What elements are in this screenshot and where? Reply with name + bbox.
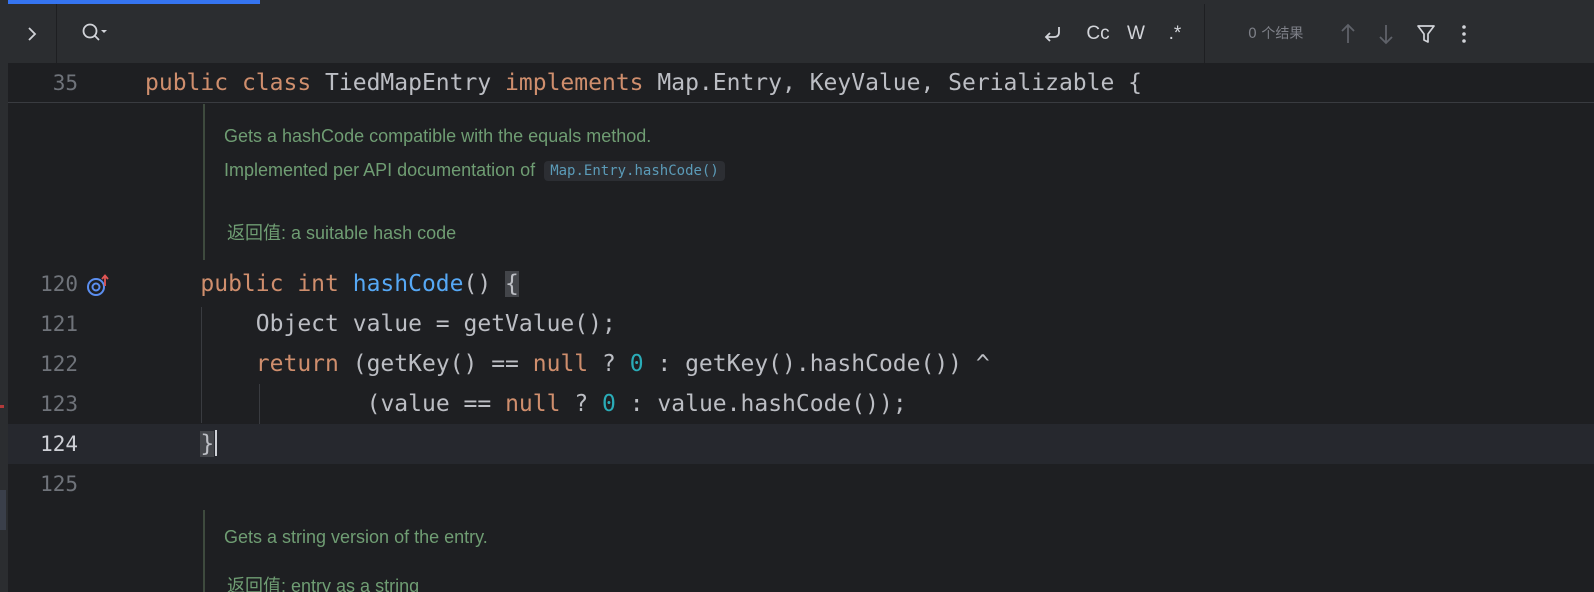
code-editor[interactable]: 35 public class TiedMapEntry implements …	[8, 64, 1594, 592]
keyword-token: implements	[505, 70, 658, 96]
keyword-token: class	[241, 70, 326, 96]
keyword-token: public	[200, 271, 298, 297]
sticky-header-line[interactable]: 35 public class TiedMapEntry implements …	[8, 64, 1594, 103]
keyword-token: null	[532, 351, 589, 377]
regex-button[interactable]: .*	[1160, 18, 1190, 50]
doc-returns-text: a suitable hash code	[291, 223, 457, 243]
tab-marker	[0, 490, 6, 530]
code-token: ?	[560, 391, 603, 417]
error-marker	[0, 405, 4, 408]
search-bar: Cc W .* 0 个结果	[8, 4, 1594, 64]
doc-returns-label: 返回值:	[227, 223, 287, 243]
arrow-down-icon	[1379, 25, 1393, 45]
words-button[interactable]: W	[1122, 18, 1150, 50]
doc-bar	[203, 104, 205, 260]
code-token: ()	[463, 271, 506, 297]
code-line: public int hashCode() {	[200, 264, 519, 304]
indent-guide	[201, 307, 202, 423]
code-token: Map.Entry, KeyValue, Serializable {	[657, 70, 1143, 96]
search-history-button[interactable]	[80, 20, 110, 46]
match-case-button[interactable]: Cc	[1082, 18, 1114, 50]
rendered-javadoc[interactable]: Gets a hashCode compatible with the equa…	[144, 104, 1594, 260]
line-number: 125	[40, 472, 78, 496]
divider	[1204, 4, 1205, 63]
expand-replace-button[interactable]	[20, 22, 44, 46]
preserve-newline-button[interactable]	[1038, 18, 1068, 50]
code-token: ?	[588, 351, 630, 377]
left-tool-strip	[0, 0, 8, 592]
indent-guide	[259, 384, 260, 424]
doc-summary: Gets a string version of the entry.	[224, 527, 488, 547]
keyword-token: return	[255, 351, 353, 377]
doc-returns-label: 返回值:	[227, 576, 287, 592]
divider	[56, 4, 57, 63]
keyword-token: int	[297, 271, 353, 297]
wrap-icon	[1044, 27, 1060, 42]
next-occurrence-button[interactable]	[1372, 20, 1400, 48]
code-line: Object value = getValue();	[256, 304, 616, 344]
matched-brace-token: {	[505, 271, 519, 297]
sticky-code-line: public class TiedMapEntry implements Map…	[145, 63, 1142, 103]
code-token: Object value = getValue();	[255, 311, 616, 337]
find-in-file-editor: Cc W .* 0 个结果 35 public class TiedMapEnt…	[0, 0, 1594, 592]
doc-bar	[203, 510, 205, 592]
more-options-button[interactable]	[1450, 20, 1478, 48]
previous-occurrence-button[interactable]	[1334, 20, 1362, 48]
number-token: 0	[629, 351, 644, 377]
keyword-token: null	[505, 391, 561, 417]
arrow-up-icon	[1341, 23, 1355, 43]
doc-detail: Implemented per API documentation of Map…	[224, 160, 725, 181]
doc-summary: Gets a hashCode compatible with the equa…	[224, 126, 652, 146]
doc-returns-text: entry as a string	[291, 576, 420, 592]
line-number: 120	[40, 272, 78, 296]
search-history-icon	[82, 23, 107, 41]
number-token: 0	[602, 391, 616, 417]
code-token: (value ==	[366, 391, 506, 417]
chevron-right-icon	[28, 27, 37, 41]
line-number: 124	[40, 432, 78, 456]
results-count: 0 个结果	[1248, 26, 1304, 42]
more-vertical-icon	[1462, 25, 1466, 43]
doc-returns: 返回值: a suitable hash code	[227, 219, 456, 245]
line-number: 123	[40, 392, 78, 416]
code-token: : getKey().hashCode()) ^	[643, 351, 990, 377]
matched-brace-token: }	[200, 431, 215, 457]
code-token: : value.hashCode());	[615, 391, 907, 417]
code-line: (value == null ? 0 : value.hashCode());	[367, 384, 907, 424]
doc-detail-text: Implemented per API documentation of	[224, 160, 536, 180]
line-number: 122	[40, 352, 78, 376]
code-token: (getKey() ==	[352, 351, 533, 377]
filter-button[interactable]	[1412, 20, 1440, 48]
code-line: return (getKey() == null ? 0 : getKey().…	[256, 344, 990, 384]
rendered-javadoc[interactable]: Gets a string version of the entry. 返回值:…	[144, 510, 1594, 592]
doc-returns: 返回值: entry as a string	[227, 572, 419, 592]
current-line-highlight	[8, 424, 1594, 464]
keyword-token: public	[145, 70, 242, 96]
method-name-token: hashCode	[352, 271, 464, 297]
code-token: TiedMapEntry	[325, 70, 506, 96]
doc-code-link[interactable]: Map.Entry.hashCode()	[544, 161, 725, 181]
code-line: }	[200, 424, 218, 464]
line-number: 35	[52, 71, 78, 95]
line-number: 121	[40, 312, 78, 336]
search-input[interactable]	[120, 18, 1024, 50]
text-caret	[215, 430, 218, 456]
implements-method-gutter[interactable]	[84, 272, 114, 302]
implements-method-icon	[87, 274, 109, 296]
filter-icon	[1417, 25, 1435, 43]
